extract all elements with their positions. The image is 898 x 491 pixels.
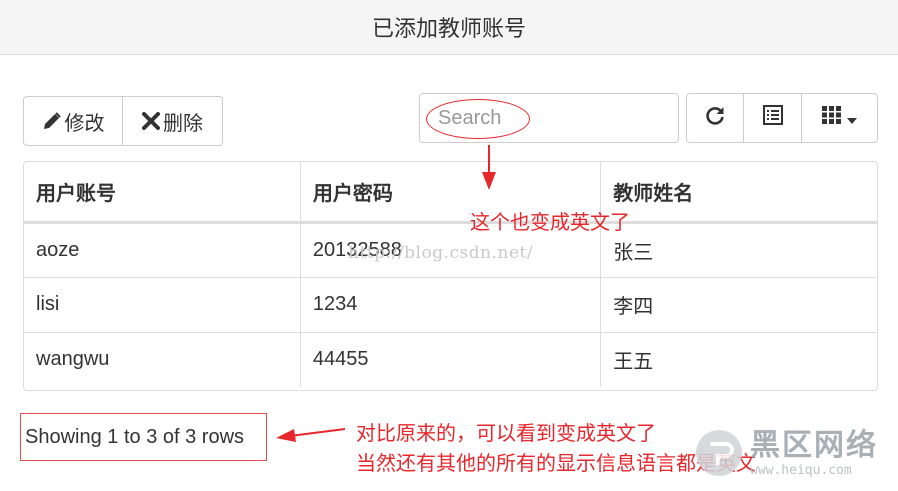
refresh-icon (704, 104, 726, 132)
cell-password: 44455 (299, 331, 601, 387)
arrow-left-icon (276, 428, 346, 442)
pagination-info: Showing 1 to 3 of 3 rows (20, 413, 267, 461)
cell-teacher-name: 李四 (600, 276, 877, 332)
logo-site-name: 黑区网络 (750, 427, 878, 463)
column-header-teacher-name[interactable]: 教师姓名 (600, 162, 877, 224)
grid-icon (822, 106, 842, 130)
cell-password: 1234 (299, 276, 601, 332)
watermark-url: http://blog.csdn.net/ (348, 243, 534, 263)
logo-text: 黑区网络 www.heiqu.com (750, 427, 878, 478)
list-icon (762, 105, 783, 131)
pagination-info-text: Showing 1 to 3 of 3 rows (25, 425, 245, 448)
table-row[interactable]: lisi 1234 李四 (24, 276, 877, 332)
page-title: 已添加教师账号 (371, 16, 526, 41)
pencil-icon (42, 111, 62, 131)
annotation-ellipse (426, 99, 530, 139)
delete-button[interactable]: 删除 (123, 96, 223, 146)
cell-account: lisi (24, 276, 301, 332)
caret-down-icon (847, 107, 857, 130)
delete-button-label: 删除 (163, 112, 203, 135)
edit-delete-group: 修改 删除 (23, 96, 223, 146)
cell-account: aoze (36, 238, 80, 261)
annotation-search-note: 这个也变成英文了 (470, 210, 630, 234)
columns-dropdown-button[interactable] (802, 93, 878, 143)
logo-site-url: www.heiqu.com (750, 462, 852, 478)
table-row[interactable]: wangwu 44455 王五 (24, 331, 877, 387)
site-watermark-logo: 黑区网络 www.heiqu.com (696, 420, 896, 486)
cell-teacher-name: 王五 (600, 331, 877, 387)
edit-button-label: 修改 (64, 112, 105, 135)
table-header-row: 用户账号 用户密码 教师姓名 (24, 162, 877, 224)
x-icon (142, 112, 160, 130)
cell-account: wangwu (24, 331, 301, 387)
cell-teacher-name: 张三 (600, 222, 877, 277)
logo-mark-icon (696, 430, 742, 476)
column-header-account[interactable]: 用户账号 (24, 162, 301, 224)
data-table: 用户账号 用户密码 教师姓名 aoze 20132588 张三 lisi 123… (24, 162, 877, 387)
panel-heading: 已添加教师账号 (0, 0, 898, 55)
refresh-button[interactable] (686, 93, 744, 143)
toggle-view-button[interactable] (744, 93, 802, 143)
table-tools-group (686, 93, 878, 143)
data-table-container: 用户账号 用户密码 教师姓名 aoze 20132588 张三 lisi 123… (23, 161, 878, 391)
edit-button[interactable]: 修改 (23, 96, 123, 146)
